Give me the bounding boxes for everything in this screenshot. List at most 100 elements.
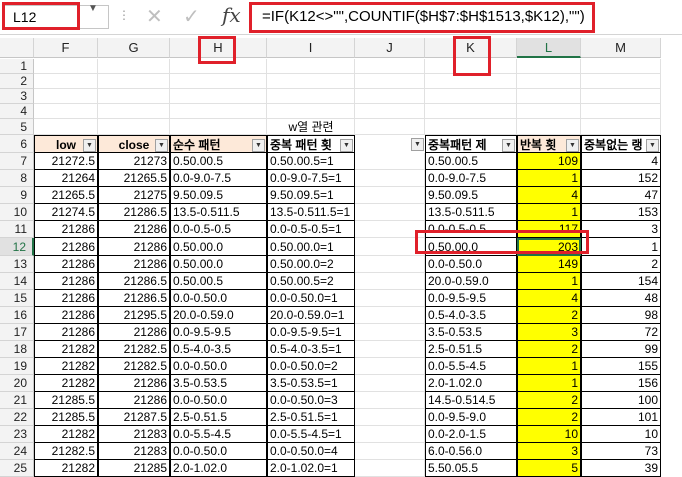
cell-l17[interactable]: 3 [517, 324, 581, 341]
row-header-2[interactable]: 2 [0, 74, 34, 89]
row-header-7[interactable]: 7 [0, 153, 34, 170]
cell-j18[interactable] [355, 341, 425, 358]
cell-h18[interactable]: 0.5-4.0-3.5 [170, 341, 267, 358]
cell-f2[interactable] [34, 74, 98, 89]
cell-l22[interactable]: 2 [517, 409, 581, 426]
cell-f1[interactable] [34, 59, 98, 74]
cell-k17[interactable]: 3.5-0.53.5 [425, 324, 517, 341]
cell-i8[interactable]: 0.0-9.0-7.5=1 [267, 170, 355, 187]
column-header-g[interactable]: G [98, 38, 170, 58]
cell-j4[interactable] [355, 104, 425, 119]
filter-dropdown-icon[interactable]: ▼ [411, 138, 424, 151]
cell-j9[interactable] [355, 187, 425, 204]
cell-k15[interactable]: 0.0-9.5-9.5 [425, 290, 517, 307]
cell-i22[interactable]: 2.5-0.51.5=1 [267, 409, 355, 426]
select-all-corner[interactable] [0, 38, 34, 58]
cell-l15[interactable]: 4 [517, 290, 581, 307]
cell-h22[interactable]: 2.5-0.51.5 [170, 409, 267, 426]
cell-g23[interactable]: 21283 [98, 426, 170, 443]
row-header-25[interactable]: 25 [0, 460, 34, 477]
cell-k19[interactable]: 0.0-5.5-4.5 [425, 358, 517, 375]
cell-f21[interactable]: 21285.5 [34, 392, 98, 409]
cell-f12[interactable]: 21286 [34, 238, 98, 256]
cell-g4[interactable] [98, 104, 170, 119]
cell-j14[interactable] [355, 273, 425, 290]
cell-k4[interactable] [425, 104, 517, 119]
cell-m25[interactable]: 39 [581, 460, 661, 477]
row-header-14[interactable]: 14 [0, 273, 34, 290]
row-header-11[interactable]: 11 [0, 221, 34, 238]
cell-i21[interactable]: 0.0-0.50.0=3 [267, 392, 355, 409]
cell-l11[interactable]: 117 [517, 221, 581, 238]
cell-h20[interactable]: 3.5-0.53.5 [170, 375, 267, 392]
row-header-12[interactable]: 12 [0, 238, 34, 256]
cell-m10[interactable]: 153 [581, 204, 661, 221]
cell-j20[interactable] [355, 375, 425, 392]
cell-j17[interactable] [355, 324, 425, 341]
header-cell-g[interactable]: close ▼ [98, 135, 170, 153]
column-header-k[interactable]: K [425, 38, 517, 58]
cell-f13[interactable]: 21286 [34, 256, 98, 273]
cell-m14[interactable]: 154 [581, 273, 661, 290]
cell-i16[interactable]: 20.0-0.59.0=1 [267, 307, 355, 324]
row-header-16[interactable]: 16 [0, 307, 34, 324]
cell-i24[interactable]: 0.0-0.50.0=4 [267, 443, 355, 460]
cell-h23[interactable]: 0.0-5.5-4.5 [170, 426, 267, 443]
cell-k22[interactable]: 0.0-9.5-9.0 [425, 409, 517, 426]
header-cell-j[interactable]: ▼ [355, 135, 425, 153]
cell-l3[interactable] [517, 89, 581, 104]
column-header-m[interactable]: M [581, 38, 661, 58]
filter-dropdown-icon[interactable]: ▼ [155, 139, 168, 152]
cell-f18[interactable]: 21282 [34, 341, 98, 358]
cell-g21[interactable]: 21286 [98, 392, 170, 409]
cell-i2[interactable] [267, 74, 355, 89]
chevron-down-icon[interactable]: ▼ [88, 3, 98, 14]
row-header-19[interactable]: 19 [0, 358, 34, 375]
cell-h13[interactable]: 0.50.00.0 [170, 256, 267, 273]
cell-m22[interactable]: 101 [581, 409, 661, 426]
header-cell-l[interactable]: 반복 횟 ▼ [517, 135, 581, 153]
cell-k21[interactable]: 14.5-0.514.5 [425, 392, 517, 409]
row-header-22[interactable]: 22 [0, 409, 34, 426]
cell-h15[interactable]: 0.0-0.50.0 [170, 290, 267, 307]
cell-j21[interactable] [355, 392, 425, 409]
cell-h21[interactable]: 0.0-0.50.0 [170, 392, 267, 409]
cell-h19[interactable]: 0.0-0.50.0 [170, 358, 267, 375]
cell-f24[interactable]: 21282.5 [34, 443, 98, 460]
cell-l4[interactable] [517, 104, 581, 119]
cell-i13[interactable]: 0.50.00.0=2 [267, 256, 355, 273]
row-header-21[interactable]: 21 [0, 392, 34, 409]
cell-f20[interactable]: 21282 [34, 375, 98, 392]
row-header-18[interactable]: 18 [0, 341, 34, 358]
cell-l21[interactable]: 2 [517, 392, 581, 409]
cell-m3[interactable] [581, 89, 661, 104]
cell-j19[interactable] [355, 358, 425, 375]
insert-function-icon[interactable]: fx [222, 3, 241, 27]
cell-i1[interactable] [267, 59, 355, 74]
cell-j10[interactable] [355, 204, 425, 221]
cell-m23[interactable]: 10 [581, 426, 661, 443]
cell-g17[interactable]: 21286 [98, 324, 170, 341]
cell-g7[interactable]: 21273 [98, 153, 170, 170]
cell-l25[interactable]: 5 [517, 460, 581, 477]
cell-i11[interactable]: 0.0-0.5-0.5=1 [267, 221, 355, 238]
cell-i20[interactable]: 3.5-0.53.5=1 [267, 375, 355, 392]
cell-f4[interactable] [34, 104, 98, 119]
column-header-h[interactable]: H [170, 38, 267, 58]
header-cell-k[interactable]: 중복패턴 제 ▼ [425, 135, 517, 153]
cell-j12[interactable] [355, 238, 425, 256]
cell-f14[interactable]: 21286 [34, 273, 98, 290]
column-header-f[interactable]: F [34, 38, 98, 58]
cell-f9[interactable]: 21265.5 [34, 187, 98, 204]
cell-k2[interactable] [425, 74, 517, 89]
cell-g14[interactable]: 21286.5 [98, 273, 170, 290]
cell-h10[interactable]: 13.5-0.511.5 [170, 204, 267, 221]
cell-m21[interactable]: 100 [581, 392, 661, 409]
cell-j8[interactable] [355, 170, 425, 187]
cell-k7[interactable]: 0.50.00.5 [425, 153, 517, 170]
cell-h7[interactable]: 0.50.00.5 [170, 153, 267, 170]
cell-l19[interactable]: 1 [517, 358, 581, 375]
cell-l13[interactable]: 149 [517, 256, 581, 273]
cell-g25[interactable]: 21285 [98, 460, 170, 477]
cell-l9[interactable]: 4 [517, 187, 581, 204]
